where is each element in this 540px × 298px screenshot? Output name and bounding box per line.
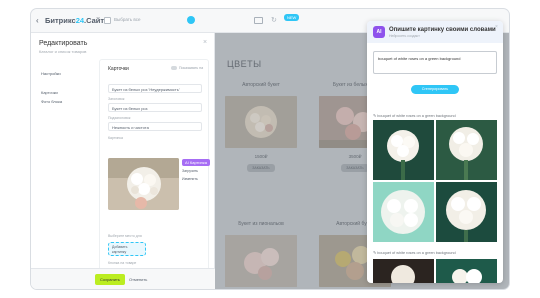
ai-logo-icon: AI (373, 26, 385, 38)
nav-item-photos[interactable]: Фото блока (41, 99, 62, 104)
image-drop-slot[interactable]: Добавить картинку (108, 242, 146, 256)
desktop-preview-icon[interactable] (254, 17, 263, 24)
subtitle-field[interactable]: Нежность и чистота (108, 122, 202, 131)
settings-dot-icon[interactable] (187, 16, 195, 24)
select-all-label: Выбрать все (114, 17, 141, 22)
block-editor-panel: Редактировать Каталог и список товаров ×… (31, 33, 215, 289)
result-image[interactable] (373, 182, 434, 242)
ai-panel-subtitle: Нейросеть создаст (389, 34, 420, 38)
result-image[interactable] (373, 259, 434, 283)
subtitle-field-label: Подзаголовок (108, 116, 131, 120)
back-icon[interactable]: ‹ (36, 16, 39, 25)
generate-button[interactable]: Сгенерировать (411, 85, 459, 94)
close-icon[interactable]: × (203, 39, 207, 46)
new-badge: NEW (284, 14, 300, 21)
result-image[interactable] (373, 120, 434, 180)
result-label: ✎ bouquet of white roses on a green back… (373, 114, 456, 118)
prompt-textarea[interactable]: bouquet of white roses on a green backgr… (373, 51, 497, 74)
card-title: Карточки (108, 66, 129, 72)
select-all-checkbox[interactable] (104, 17, 111, 24)
slot-label: Выберите место для (108, 234, 142, 238)
result-label: ✎ bouquet of white roses on a green back… (373, 251, 456, 255)
product-select-field[interactable]: Букет из белых роз 'Неудержимость' (108, 84, 202, 93)
ai-panel-header: AI Опишите картинку своими словами Нейро… (367, 21, 503, 43)
editor-subtitle: Каталог и список товаров (39, 49, 87, 54)
edit-link[interactable]: Изменить (182, 177, 198, 181)
result-image[interactable] (436, 259, 497, 283)
editor-title: Редактировать (39, 40, 88, 47)
card-photo-preview[interactable] (108, 158, 179, 210)
ai-image-button[interactable]: AI Картинка (182, 159, 210, 166)
cancel-button[interactable]: Отменить (129, 277, 147, 282)
image-field-label: Картинка (108, 136, 123, 140)
result-image-grid (373, 120, 497, 242)
result-image[interactable] (436, 182, 497, 242)
slot-line: картинку (112, 250, 127, 254)
button-field-label: Кнопка на товаре (108, 261, 137, 265)
result-image-grid (373, 259, 497, 283)
editor-footer: Сохранить Отменить (31, 268, 215, 289)
title-field[interactable]: Букет из белых роз (108, 103, 202, 112)
show-toggle[interactable] (171, 66, 177, 70)
refresh-icon[interactable]: ↻ (271, 17, 277, 24)
nav-item-cards[interactable]: Карточки (41, 90, 58, 95)
result-image[interactable] (436, 120, 497, 180)
ai-panel-title: Опишите картинку своими словами (389, 27, 496, 33)
ai-image-panel: AI Опишите картинку своими словами Нейро… (367, 21, 503, 283)
save-button[interactable]: Сохранить (95, 274, 125, 285)
nav-item-settings[interactable]: Настройки (41, 71, 61, 76)
cards-editor-card: Карточки Показывать на Букет из белых ро… (99, 59, 210, 273)
title-field-label: Заголовок (108, 97, 125, 101)
brand-logo: Битрикс24.Сайты (45, 16, 111, 25)
close-icon[interactable]: × (495, 24, 498, 30)
show-toggle-label: Показывать на (179, 66, 204, 70)
upload-link[interactable]: Загрузить (182, 169, 198, 173)
